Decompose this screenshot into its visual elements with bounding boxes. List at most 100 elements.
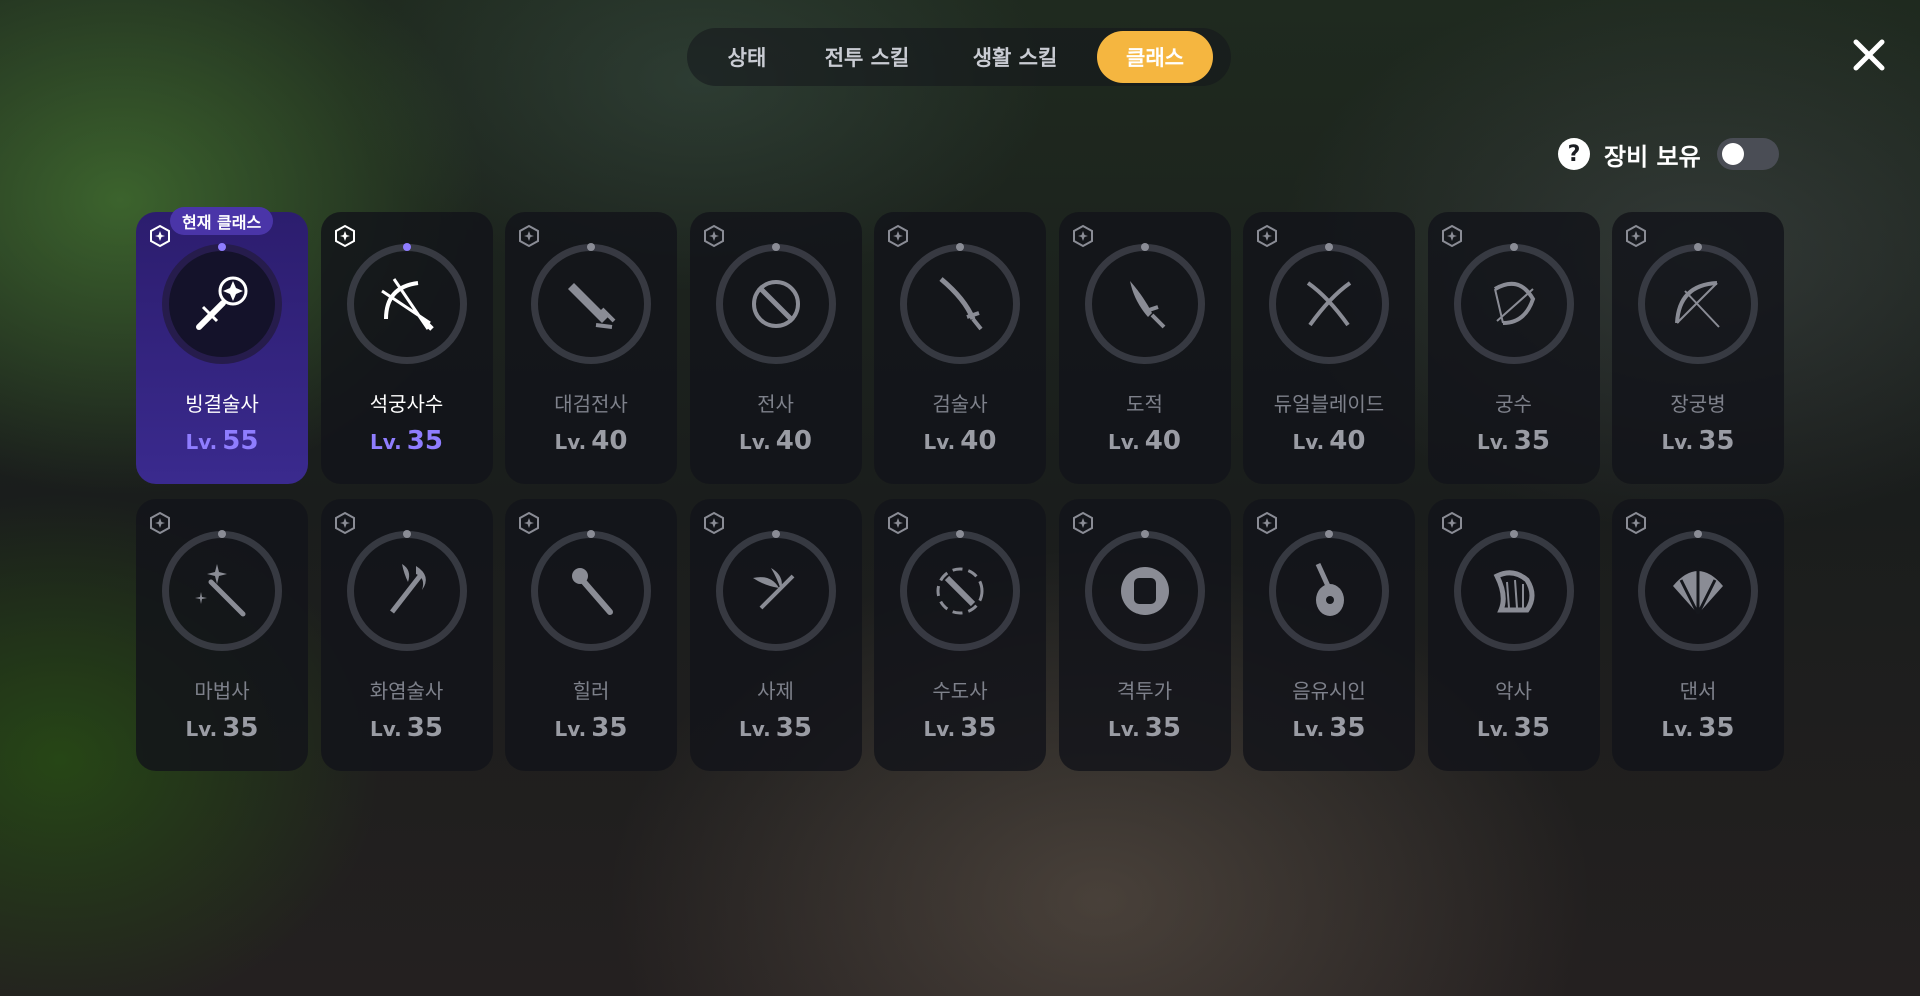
level-value: 35 — [406, 713, 443, 743]
tab-combat-skills[interactable]: 전투 스킬 — [793, 31, 941, 83]
class-level: Lv. 40 — [1243, 426, 1415, 456]
class-card[interactable]: 듀얼블레이드 Lv. 40 — [1243, 212, 1415, 484]
class-name: 장궁병 — [1670, 392, 1726, 416]
class-ring — [715, 243, 836, 364]
greatsword-icon — [568, 283, 616, 329]
level-value: 55 — [222, 426, 259, 456]
level-prefix: Lv. — [370, 717, 402, 741]
ice-staff-icon — [196, 276, 248, 330]
class-name: 궁수 — [1495, 392, 1532, 416]
level-prefix: Lv. — [1108, 430, 1140, 454]
settings-hex-icon[interactable] — [148, 511, 172, 535]
tab-class[interactable]: 클래스 — [1097, 31, 1213, 83]
class-name: 수도사 — [932, 679, 988, 703]
settings-hex-icon[interactable] — [886, 511, 910, 535]
ring-marker — [771, 530, 780, 538]
class-grid: 현재 클래스 빙결술사 Lv. 55 석궁사수 Lv. 35 대검전사 Lv. 40 전사 Lv. 40… — [136, 207, 1784, 771]
settings-hex-icon[interactable] — [517, 224, 541, 248]
class-ring — [346, 530, 467, 651]
class-level: Lv. 35 — [321, 713, 493, 743]
class-card[interactable]: 전사 Lv. 40 — [689, 212, 862, 484]
settings-hex-icon[interactable] — [1624, 511, 1648, 535]
fire-staff-icon — [389, 564, 426, 614]
settings-hex-icon[interactable] — [148, 224, 172, 248]
fan-icon — [1673, 570, 1723, 615]
class-level: Lv. 35 — [1612, 426, 1784, 456]
class-name: 격투가 — [1116, 679, 1173, 703]
level-value: 35 — [591, 713, 628, 743]
class-card[interactable]: 도적 Lv. 40 — [1058, 212, 1231, 484]
settings-hex-icon[interactable] — [517, 511, 541, 535]
ring-marker — [956, 243, 964, 251]
tab-life-skills[interactable]: 생활 스킬 — [941, 31, 1089, 83]
question-icon[interactable]: ? — [1558, 138, 1590, 170]
class-card[interactable]: 석궁사수 Lv. 35 — [320, 212, 493, 484]
tab-status[interactable]: 상태 — [701, 31, 793, 83]
level-value: 35 — [1513, 713, 1550, 743]
settings-hex-icon[interactable] — [333, 224, 357, 248]
class-card[interactable]: 검술사 Lv. 40 — [874, 212, 1046, 484]
ring-marker — [587, 243, 595, 251]
class-name: 마법사 — [194, 679, 250, 703]
lute-icon — [1315, 562, 1344, 616]
ring-marker — [1694, 530, 1702, 538]
settings-hex-icon[interactable] — [886, 224, 910, 248]
settings-hex-icon[interactable] — [1624, 224, 1648, 248]
settings-hex-icon[interactable] — [1071, 224, 1095, 248]
settings-hex-icon[interactable] — [702, 511, 726, 535]
class-card[interactable]: 악사 Lv. 35 — [1427, 499, 1600, 771]
equip-filter-label: 장비 보유 — [1604, 142, 1701, 171]
equip-filter-toggle[interactable] — [1716, 138, 1779, 170]
class-card[interactable]: 수도사 Lv. 35 — [874, 499, 1046, 771]
level-prefix: Lv. — [739, 717, 771, 741]
wand-icon — [195, 564, 246, 617]
class-ring — [1453, 530, 1574, 651]
healing-staff-icon — [572, 568, 613, 615]
class-ring — [531, 243, 651, 364]
class-card[interactable]: 화염술사 Lv. 35 — [320, 499, 493, 771]
settings-hex-icon[interactable] — [1440, 224, 1464, 248]
level-prefix: Lv. — [185, 430, 218, 454]
level-prefix: Lv. — [923, 430, 956, 454]
class-card[interactable]: 힐러 Lv. 35 — [505, 499, 677, 771]
class-ring — [162, 243, 282, 364]
class-ring — [1638, 243, 1758, 364]
class-card[interactable]: 현재 클래스 빙결술사 Lv. 55 — [136, 207, 308, 484]
class-card[interactable]: 사제 Lv. 35 — [689, 499, 862, 771]
class-card[interactable]: 음유시인 Lv. 35 — [1243, 499, 1415, 771]
class-card[interactable]: 격투가 Lv. 35 — [1058, 499, 1231, 771]
ring-marker — [1509, 243, 1518, 251]
level-prefix: Lv. — [554, 717, 587, 741]
ring-marker — [1325, 243, 1333, 251]
close-button[interactable] — [1848, 34, 1890, 76]
class-level: Lv. 35 — [321, 426, 493, 456]
settings-hex-icon[interactable] — [333, 511, 357, 535]
close-icon — [1853, 39, 1885, 71]
settings-hex-icon[interactable] — [1071, 511, 1095, 535]
class-card[interactable]: 마법사 Lv. 35 — [136, 499, 308, 771]
class-card[interactable]: 장궁병 Lv. 35 — [1612, 212, 1784, 484]
class-level: Lv. 35 — [1243, 713, 1415, 743]
class-level: Lv. 35 — [1428, 713, 1600, 743]
level-prefix: Lv. — [1292, 717, 1325, 741]
class-level: Lv. 35 — [1612, 713, 1784, 743]
ring-marker — [771, 243, 780, 251]
class-card[interactable]: 댄서 Lv. 35 — [1612, 499, 1784, 771]
settings-hex-icon[interactable] — [1440, 511, 1464, 535]
class-ring — [1084, 530, 1205, 651]
settings-hex-icon[interactable] — [1255, 511, 1279, 535]
level-value: 35 — [1513, 426, 1550, 456]
settings-hex-icon[interactable] — [702, 224, 726, 248]
level-value: 35 — [960, 713, 997, 743]
ring-marker — [1140, 530, 1149, 538]
class-name: 음유시인 — [1292, 679, 1366, 703]
class-card[interactable]: 궁수 Lv. 35 — [1427, 212, 1600, 484]
settings-hex-icon[interactable] — [1255, 224, 1279, 248]
class-card[interactable]: 대검전사 Lv. 40 — [505, 212, 677, 484]
class-ring — [900, 530, 1020, 651]
ring-marker — [1325, 530, 1333, 538]
level-value: 35 — [222, 713, 259, 743]
level-value: 40 — [960, 426, 997, 456]
class-name: 악사 — [1495, 679, 1532, 703]
level-value: 40 — [775, 426, 812, 456]
